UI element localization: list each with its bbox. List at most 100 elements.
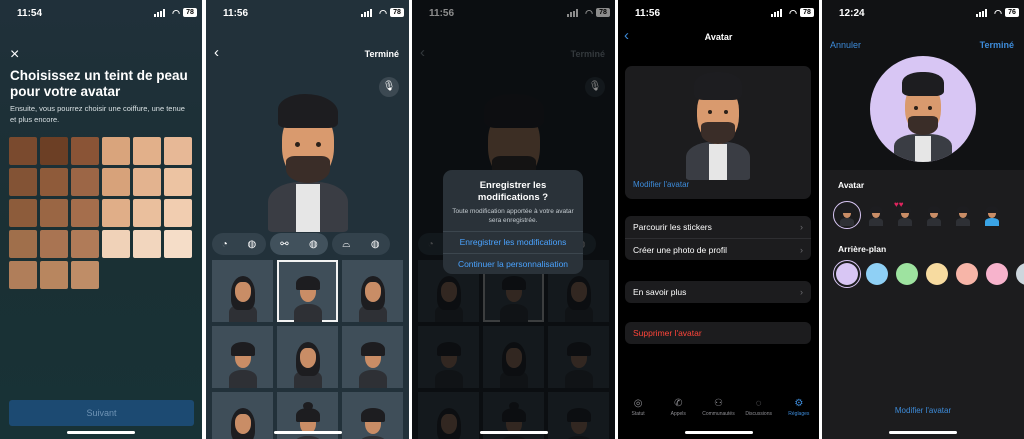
home-indicator: [889, 431, 957, 434]
background-color-options: [833, 260, 1024, 288]
skin-tone-swatch[interactable]: [164, 230, 192, 258]
skin-tone-swatch[interactable]: [40, 230, 68, 258]
voice-icon[interactable]: 🎙: [379, 77, 399, 97]
skin-tone-swatch[interactable]: [71, 168, 99, 196]
skin-tone-swatch[interactable]: [71, 261, 99, 289]
done-button[interactable]: Terminé: [980, 40, 1014, 50]
background-color-swatch[interactable]: [1016, 263, 1024, 285]
tab-settings[interactable]: ⚙ Réglages: [780, 397, 818, 423]
skin-tone-swatch[interactable]: [133, 168, 161, 196]
hairstyle-option[interactable]: [342, 260, 403, 322]
battery-icon: 78: [390, 8, 404, 17]
skin-tone-swatch[interactable]: [71, 137, 99, 165]
tab-calls[interactable]: ✆ Appels: [659, 397, 697, 423]
tab-communities[interactable]: ⚇ Communautés: [699, 397, 737, 423]
skin-tone-swatch[interactable]: [40, 168, 68, 196]
avatar-preview: [262, 92, 354, 232]
tab-label: Communautés: [702, 411, 735, 417]
hairstyle-option[interactable]: [342, 392, 403, 439]
skin-tone-swatch[interactable]: [164, 199, 192, 227]
skin-tone-swatch[interactable]: [40, 199, 68, 227]
dialog-title: Enregistrer les modifications ?: [477, 180, 549, 203]
next-button[interactable]: Suivant: [9, 400, 194, 426]
tab-chats[interactable]: ◌ Discussions: [740, 397, 778, 423]
hairstyle-option[interactable]: [277, 260, 338, 322]
background-color-swatch[interactable]: [986, 263, 1008, 285]
skin-tone-swatch[interactable]: [164, 137, 192, 165]
background-color-swatch[interactable]: [896, 263, 918, 285]
skin-tone-swatch[interactable]: [40, 137, 68, 165]
skin-tone-swatch[interactable]: [9, 137, 37, 165]
background-color-swatch[interactable]: [956, 263, 978, 285]
pose-option[interactable]: [833, 201, 861, 229]
skin-tone-swatch[interactable]: [102, 230, 130, 258]
skin-tone-swatch[interactable]: [102, 137, 130, 165]
home-indicator: [479, 431, 548, 434]
tab-label: Statut: [631, 411, 645, 417]
skin-tone-swatch[interactable]: [164, 168, 192, 196]
tab-ears[interactable]: ◔◍: [212, 233, 266, 255]
row-label: Parcourir les stickers: [633, 222, 712, 232]
pose-option[interactable]: [952, 204, 974, 226]
hairstyle-option[interactable]: [212, 392, 273, 439]
hairstyle-option[interactable]: [342, 326, 403, 388]
skin-tone-swatch[interactable]: [9, 261, 37, 289]
nav-bar: Annuler Terminé: [822, 26, 1024, 56]
ear-icon: ◔: [221, 238, 228, 250]
battery-icon: 78: [183, 8, 197, 17]
learn-more-row[interactable]: En savoir plus ›: [625, 281, 811, 303]
skin-tone-swatch[interactable]: [71, 230, 99, 258]
page-title: Avatar: [704, 32, 733, 42]
home-indicator: [67, 431, 135, 434]
background-color-swatch[interactable]: [833, 260, 861, 288]
background-color-swatch[interactable]: [866, 263, 888, 285]
pose-option[interactable]: ♥♥: [894, 200, 916, 226]
tab-label: Appels: [670, 411, 686, 417]
pose-option[interactable]: [865, 204, 887, 226]
close-icon[interactable]: ×: [10, 46, 19, 64]
profile-photo-preview: [870, 56, 976, 162]
edit-avatar-link[interactable]: Modifier l'avatar: [633, 180, 689, 189]
hairstyle-option[interactable]: [212, 260, 273, 322]
row-label: En savoir plus: [633, 287, 687, 297]
skin-tone-swatch[interactable]: [71, 199, 99, 227]
skin-tone-swatch[interactable]: [133, 230, 161, 258]
delete-avatar-row[interactable]: Supprimer l'avatar: [625, 322, 811, 344]
tab-glasses[interactable]: ⚯◍: [270, 233, 328, 255]
done-button[interactable]: Terminé: [365, 49, 399, 59]
skin-tone-swatch[interactable]: [9, 230, 37, 258]
avatar-settings-screen: 11:56 ◠ 78 ‹ Avatar Modifier l'avatar Pa…: [618, 0, 819, 439]
tab-status[interactable]: ◎ Statut: [619, 397, 657, 423]
skin-tone-swatch[interactable]: [133, 137, 161, 165]
hairstyle-option[interactable]: [212, 326, 273, 388]
continue-editing-button[interactable]: Continuer la personnalisation: [443, 253, 583, 274]
skin-tone-swatch[interactable]: [102, 168, 130, 196]
hairstyle-option[interactable]: [277, 326, 338, 388]
skin-tone-grid: [9, 137, 194, 289]
avatar-editor-screen: 11:56 ◠ 78 ‹ Terminé 🎙 ◔ ◍ ⚯ ◍ ⌓ ◍: [206, 0, 409, 439]
palette-icon: ◍: [309, 238, 318, 250]
signal-icon: [976, 9, 988, 17]
skin-tone-swatch[interactable]: [9, 168, 37, 196]
background-color-swatch[interactable]: [926, 263, 948, 285]
avatar-pose-options: ♥♥: [833, 200, 1003, 229]
wifi-icon: ◠: [789, 8, 797, 18]
cancel-button[interactable]: Annuler: [830, 40, 861, 50]
settings-group-3: Supprimer l'avatar: [625, 322, 811, 344]
skin-tone-swatch[interactable]: [40, 261, 68, 289]
tab-headwear[interactable]: ⌓◍: [332, 233, 390, 255]
back-icon[interactable]: ‹: [214, 44, 219, 61]
save-changes-button[interactable]: Enregistrer les modifications: [443, 231, 583, 252]
row-label: Créer une photo de profil: [633, 245, 728, 255]
skin-tone-swatch[interactable]: [133, 199, 161, 227]
pose-option[interactable]: [923, 204, 945, 226]
edit-avatar-link[interactable]: Modifier l'avatar: [822, 406, 1024, 415]
communities-icon: ⚇: [713, 398, 723, 409]
signal-icon: [361, 9, 373, 17]
pose-option[interactable]: [981, 204, 1003, 226]
browse-stickers-row[interactable]: Parcourir les stickers ›: [625, 216, 811, 238]
status-bar: 11:56 ◠ 78: [618, 0, 819, 26]
skin-tone-swatch[interactable]: [9, 199, 37, 227]
skin-tone-swatch[interactable]: [102, 199, 130, 227]
create-profile-photo-row[interactable]: Créer une photo de profil ›: [625, 238, 811, 260]
